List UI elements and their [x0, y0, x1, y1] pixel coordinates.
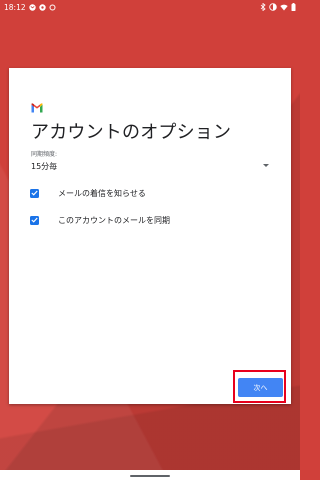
sync-account-mail-option[interactable]: このアカウントのメールを同期: [29, 212, 269, 228]
battery-icon: [291, 3, 296, 11]
gmail-logo-icon: [31, 98, 43, 113]
account-options-card: アカウントのオプション 同期頻度: 15分毎 メールの着信を知らせる このアカウ…: [9, 68, 291, 404]
home-gesture-handle[interactable]: [130, 475, 170, 477]
sync-icon: [49, 4, 56, 11]
notify-new-mail-option[interactable]: メールの着信を知らせる: [29, 185, 269, 201]
notification-dot-icon: [38, 3, 46, 11]
wifi-icon: [280, 4, 288, 11]
sync-account-mail-label: このアカウントのメールを同期: [58, 215, 170, 225]
status-time: 18:12: [4, 2, 26, 12]
next-button-highlight: [233, 370, 286, 403]
dropdown-arrow-icon: [263, 164, 269, 167]
sync-frequency-dropdown[interactable]: 15分毎: [29, 158, 269, 174]
status-bar: 18:12: [0, 0, 300, 14]
sync-account-mail-checkbox[interactable]: [30, 215, 39, 225]
sync-frequency-label: 同期頻度:: [31, 151, 58, 158]
page-title: アカウントのオプション: [31, 122, 232, 143]
notify-new-mail-label: メールの着信を知らせる: [58, 188, 146, 198]
notify-new-mail-checkbox[interactable]: [30, 188, 39, 198]
bluetooth-icon: [260, 3, 266, 11]
sync-frequency-value: 15分毎: [31, 161, 58, 171]
eye-comfort-icon: [269, 3, 277, 11]
gmail-notification-icon: [28, 3, 36, 11]
